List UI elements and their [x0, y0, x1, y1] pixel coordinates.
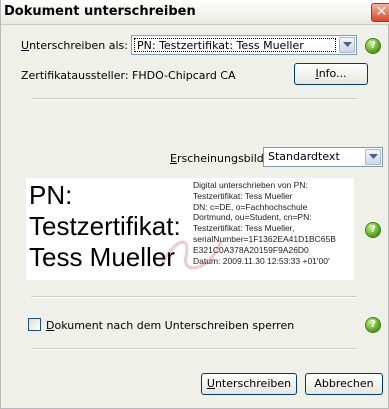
- help-icon[interactable]: ?: [365, 222, 381, 238]
- appearance-label: Erscheinungsbild:: [170, 152, 268, 165]
- appearance-select[interactable]: Standardtext: [263, 147, 383, 167]
- signature-detail-line: DN: c=DE, o=Fachhochschule: [193, 201, 308, 212]
- sign-document-dialog: Dokument unterschreiben ✕ Unterschreiben…: [0, 0, 389, 409]
- chevron-down-icon[interactable]: [339, 37, 355, 53]
- certificate-select-value: PN: Testzertifikat: Tess Mueller: [134, 38, 336, 52]
- separator: [31, 98, 357, 100]
- signature-details: Digital unterschrieben von PN: Testzerti…: [193, 180, 353, 266]
- close-icon[interactable]: ✕: [371, 3, 389, 22]
- help-icon[interactable]: ?: [365, 317, 381, 333]
- info-button[interactable]: Info...: [294, 63, 368, 85]
- signer-name-line: Tess Mueller: [29, 242, 175, 272]
- separator: [31, 348, 357, 350]
- signature-detail-line: Dortmund, ou=Student, cn=PN:: [193, 212, 312, 223]
- signature-detail-line: E321C0A378A20159F9A26D0: [193, 244, 309, 255]
- sign-as-label: Unterschreiben als:: [21, 39, 128, 52]
- signature-detail-line: Digital unterschrieben von PN:: [193, 180, 308, 190]
- signature-detail-line: Datum: 2009.11.30 12:53:33 +01'00': [193, 255, 330, 266]
- signer-name: PN: Testzertifikat: Tess Mueller: [29, 180, 181, 273]
- signer-name-line: Testzertifikat:: [29, 211, 181, 241]
- title-bar: Dokument unterschreiben ✕: [1, 0, 389, 25]
- sign-button[interactable]: Unterschreiben: [201, 373, 297, 395]
- signer-name-line: PN:: [29, 180, 73, 210]
- window-title: Dokument unterschreiben: [4, 4, 196, 19]
- signature-preview: PN: Testzertifikat: Tess Mueller Digital…: [26, 178, 354, 280]
- signature-detail-line: Testzertifikat: Tess Mueller: [193, 190, 293, 201]
- help-icon[interactable]: ?: [365, 38, 381, 54]
- certificate-select[interactable]: PN: Testzertifikat: Tess Mueller: [131, 35, 357, 55]
- signature-detail-line: serialNumber=1F1362EA41D1BC65B: [193, 233, 336, 244]
- lock-document-checkbox[interactable]: [28, 318, 41, 331]
- lock-document-label[interactable]: Dokument nach dem Unterschreiben sperren: [46, 319, 294, 332]
- certificate-issuer: Zertifikataussteller: FHDO-Chipcard CA: [21, 69, 236, 82]
- signature-detail-line: Testzertifikat: Tess Mueller,: [193, 223, 295, 234]
- cancel-button[interactable]: Abbrechen: [305, 373, 383, 395]
- separator: [31, 296, 357, 298]
- appearance-select-value: Standardtext: [268, 150, 340, 163]
- chevron-down-icon[interactable]: [365, 149, 381, 165]
